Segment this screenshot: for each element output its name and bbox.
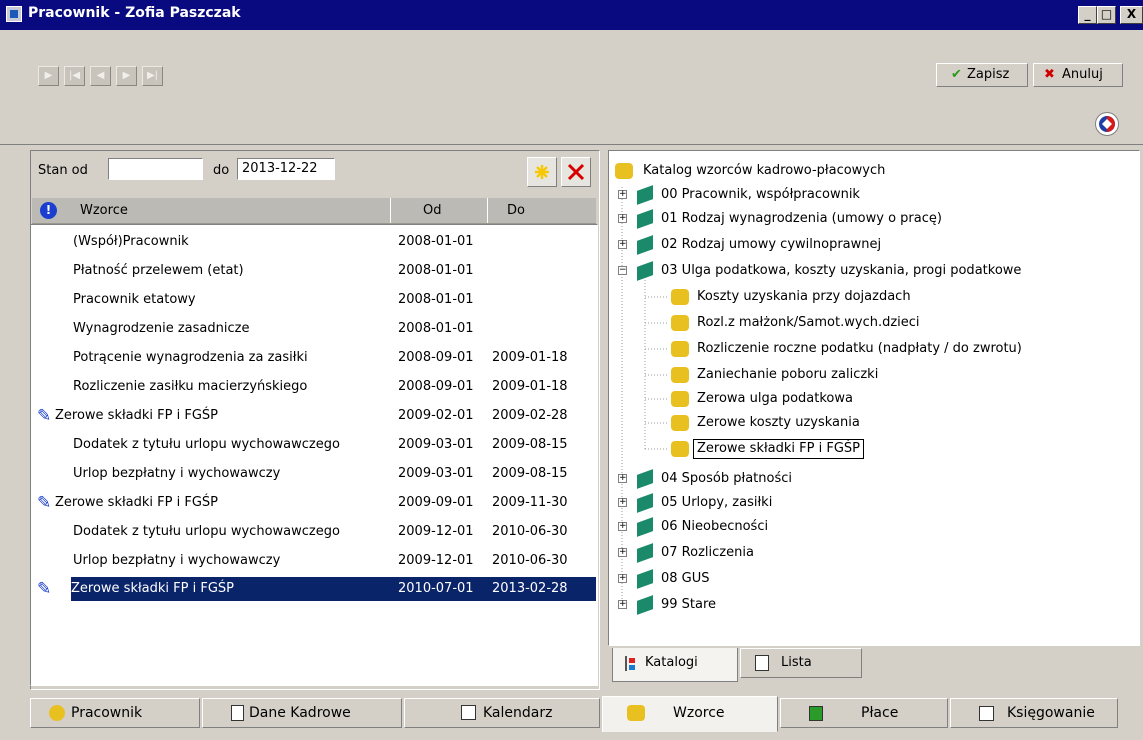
divider [0,144,1143,145]
check-icon: ✔ [951,67,962,82]
expand-icon[interactable]: + [618,214,627,223]
tab-kalendarz[interactable]: Kalendarz [404,698,600,728]
nav-last-button[interactable]: ▶| [142,66,163,86]
table-row[interactable]: Potrącenie wynagrodzenia za zasiłki 2008-… [33,346,625,370]
cancel-button[interactable]: ✖ Anuluj [1033,63,1123,87]
people-icon [627,705,645,721]
delete-button[interactable] [561,157,591,187]
table-row[interactable]: Dodatek z tytułu urlopu wychowawczego 200… [33,433,625,457]
expand-icon[interactable]: + [618,574,627,583]
table-row[interactable]: ✎ Zerowe składki FP i FGŚP 2009-09-01 2009… [33,491,625,515]
table-row[interactable]: Urlop bezpłatny i wychowawczy 2009-12-01 2… [33,549,625,573]
nav-play-button[interactable]: ▶ [38,66,59,86]
star-icon [535,165,549,179]
table-row[interactable]: Dodatek z tytułu urlopu wychowawczego 200… [33,520,625,544]
maximize-button[interactable]: □ [1097,6,1116,24]
close-button[interactable]: X [1120,6,1143,24]
tab-pracownik[interactable]: Pracownik [30,698,200,728]
tab-place[interactable]: Płace [780,698,948,728]
pencil-icon: ✎ [37,406,52,426]
expand-icon[interactable]: + [618,240,627,249]
table-row[interactable]: Wynagrodzenie zasadnicze 2008-01-01 [33,317,625,341]
table-row[interactable]: Rozliczenie zasiłku macierzyńskiego 2008-… [33,375,625,399]
templates-table: (Współ)Pracownik 2008-01-01 Płatność prze… [30,224,598,686]
calendar-icon [461,705,476,720]
expand-icon[interactable]: + [618,548,627,557]
from-label: Stan od [38,163,88,178]
column-header-wzorce[interactable]: Wzorce [80,198,128,223]
people-icon [671,289,689,305]
info-icon: ! [40,202,57,219]
minimize-button[interactable]: _ [1078,6,1097,24]
table-row-selected[interactable]: Zerowe składki FP i FGŚP 2010-07-01 2013-0… [71,577,596,601]
people-icon [671,367,689,383]
person-icon [49,705,65,721]
delete-icon [567,163,585,181]
nav-first-button[interactable]: |◀ [64,66,85,86]
to-date-field[interactable]: 2013-12-22 [237,158,335,180]
row-gutter: ✎ [33,577,71,601]
column-header-od[interactable]: Od [423,198,441,223]
expand-icon[interactable]: + [618,190,627,199]
column-separator [390,198,391,223]
expand-icon[interactable]: + [618,474,627,483]
tree-icon [625,656,640,671]
calculator-icon [809,706,823,721]
to-label: do [213,163,230,178]
table-row[interactable]: Pracownik etatowy 2008-01-01 [33,288,625,312]
catalog-tree: Katalog wzorców kadrowo-płacowych + 00 P… [608,150,1140,646]
table-row[interactable]: ✎ Zerowe składki FP i FGŚP 2009-02-01 2009… [33,404,625,428]
tab-lista[interactable]: Lista [740,648,862,678]
expand-icon[interactable]: + [618,498,627,507]
window-title: Pracownik - Zofia Paszczak [28,5,241,21]
cross-icon: ✖ [1044,67,1055,82]
expand-icon[interactable]: + [618,600,627,609]
table-header: ! Wzorce Od Do [32,198,596,224]
people-icon [615,163,633,179]
table-row[interactable]: Płatność przelewem (etat) 2008-01-01 [33,259,625,283]
people-icon [671,441,689,457]
save-button[interactable]: ✔ Zapisz [936,63,1028,87]
pencil-icon: ✎ [37,493,52,513]
toggle-panel-icon[interactable] [1095,112,1119,136]
add-button[interactable] [527,157,557,187]
people-icon [671,391,689,407]
document-icon [231,705,244,721]
tab-wzorce[interactable]: Wzorce [602,696,778,732]
column-separator [487,198,488,223]
expand-icon[interactable]: + [618,522,627,531]
pencil-icon: ✎ [37,579,52,599]
people-icon [671,415,689,431]
title-bar: Pracownik - Zofia Paszczak _ □ X [0,0,1143,30]
list-icon [755,655,769,671]
table-row[interactable]: Urlop bezpłatny i wychowawczy 2009-03-01 2… [33,462,625,486]
ledger-icon [979,706,994,721]
app-icon [6,6,22,22]
table-row[interactable]: (Współ)Pracownik 2008-01-01 [33,230,625,254]
tab-dane-kadrowe[interactable]: Dane Kadrowe [202,698,402,728]
people-icon [671,341,689,357]
collapse-icon[interactable]: − [618,266,627,275]
tab-ksiegowanie[interactable]: Księgowanie [950,698,1118,728]
nav-next-button[interactable]: ▶ [116,66,137,86]
nav-prev-button[interactable]: ◀ [90,66,111,86]
people-icon [671,315,689,331]
tab-katalogi[interactable]: Katalogi [612,648,738,682]
column-header-do[interactable]: Do [507,198,525,223]
from-date-field[interactable] [108,158,203,180]
